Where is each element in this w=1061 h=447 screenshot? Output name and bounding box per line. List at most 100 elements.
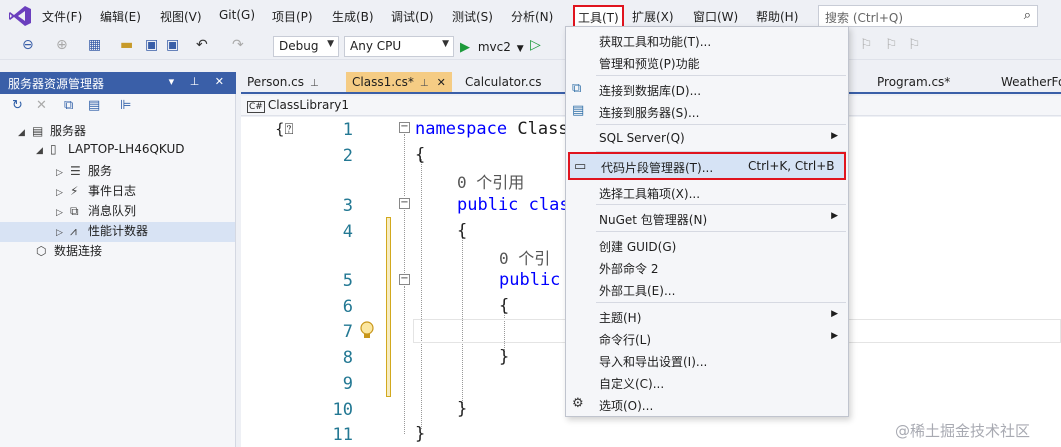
menu-help[interactable]: 帮助(H)	[756, 8, 798, 25]
tree-item-services[interactable]: ▷ ☰ 服务	[56, 162, 112, 182]
menu-view[interactable]: 视图(V)	[160, 8, 202, 25]
save-icon[interactable]: ▣	[145, 37, 158, 53]
delete-icon[interactable]: ✕	[36, 98, 47, 113]
menu-item-label: 连接到服务器(S)...	[599, 106, 700, 120]
tree-label: 服务器	[50, 124, 87, 138]
menu-debug[interactable]: 调试(D)	[391, 8, 434, 25]
configuration-dropdown[interactable]: Debug ▼	[273, 36, 339, 57]
menu-item-nuget[interactable]: NuGet 包管理器(N) ▶	[566, 207, 848, 229]
menu-item-external-tools[interactable]: 外部工具(E)...	[566, 278, 848, 300]
collapsed-arrow-icon[interactable]: ▷	[56, 208, 70, 218]
menu-extensions[interactable]: 扩展(X)	[632, 8, 674, 25]
collapsed-arrow-icon[interactable]: ▷	[56, 168, 70, 178]
server-connect-icon: ▤	[572, 103, 585, 118]
bookmark-prev-icon[interactable]: ⚐	[885, 37, 898, 53]
project-selector[interactable]: C# ClassLibrary1	[247, 98, 349, 113]
menu-item-label: 自定义(C)...	[599, 377, 665, 391]
tab-class1[interactable]: Class1.cs* ⊥ ✕	[346, 72, 452, 92]
toolbar: ⊖ ⊕ ▦ ▬ ▣ ▣ ↶ ↷ Debug ▼ Any CPU ▼ ▶ mvc2…	[0, 32, 1061, 60]
run-button[interactable]: ▶ mvc2 ▼	[460, 40, 524, 55]
menu-item-theme[interactable]: 主题(H) ▶	[566, 305, 848, 327]
code-line-6: {	[499, 296, 510, 316]
tree-item-data-connections[interactable]: ⬡ 数据连接	[36, 242, 102, 262]
new-project-icon[interactable]: ▦	[88, 37, 101, 53]
forward-icon[interactable]: ⊕	[56, 37, 68, 53]
services-icon: ☰	[70, 164, 81, 178]
back-icon[interactable]: ⊖	[22, 37, 34, 53]
lightbulb-icon[interactable]	[359, 321, 375, 339]
bookmark-icon[interactable]: ⚐	[860, 37, 873, 53]
code-line-5: public	[499, 270, 560, 290]
start-without-debugging-icon[interactable]: ▷	[530, 37, 541, 53]
menu-window[interactable]: 窗口(W)	[693, 8, 738, 25]
collapse-icon[interactable]: −	[399, 198, 410, 209]
menu-item-sql-server[interactable]: SQL Server(Q) ▶	[566, 127, 848, 149]
tab-weatherforecast[interactable]: WeatherFo	[995, 72, 1061, 92]
connect-server-icon[interactable]: ▤	[88, 98, 100, 113]
redo-icon[interactable]: ↷	[232, 37, 244, 53]
collapse-icon[interactable]: −	[399, 274, 410, 285]
snippet-icon: ▭	[574, 159, 587, 174]
codelens-references[interactable]: 0 个引用	[457, 169, 524, 193]
menu-tools[interactable]: 工具(T)	[573, 5, 624, 28]
menu-item-external-command-2[interactable]: 外部命令 2	[566, 256, 848, 278]
tree-label: 服务	[88, 164, 113, 178]
close-icon[interactable]: ✕	[437, 76, 446, 89]
menu-analyze[interactable]: 分析(N)	[511, 8, 553, 25]
menu-item-options[interactable]: ⚙ 选项(O)...	[566, 393, 848, 415]
menu-git[interactable]: Git(G)	[219, 8, 255, 22]
menu-item-create-guid[interactable]: 创建 GUID(G)	[566, 234, 848, 256]
tree-label: 事件日志	[88, 184, 137, 198]
connect-database-icon[interactable]: ⧉	[64, 98, 73, 113]
save-all-icon[interactable]: ▣	[166, 37, 179, 53]
menu-item-manage-preview[interactable]: 管理和预览(P)功能	[566, 51, 848, 73]
tree-item-event-logs[interactable]: ▷ ⚡ 事件日志	[56, 182, 136, 202]
tab-label: Class1.cs*	[352, 75, 414, 89]
menu-item-connect-server[interactable]: ▤ 连接到服务器(S)...	[566, 100, 848, 122]
undo-icon[interactable]: ↶	[196, 37, 208, 53]
menu-item-choose-toolbox-items[interactable]: 选择工具箱项(X)...	[566, 181, 848, 203]
platform-dropdown[interactable]: Any CPU ▼	[344, 36, 454, 57]
event-log-icon: ⚡	[70, 184, 79, 198]
expanded-arrow-icon[interactable]: ◢	[36, 146, 50, 156]
tab-calculator[interactable]: Calculator.cs	[459, 72, 548, 92]
menu-file[interactable]: 文件(F)	[42, 8, 82, 25]
menu-item-connect-database[interactable]: ⧉ 连接到数据库(D)...	[566, 78, 848, 100]
collapsed-arrow-icon[interactable]: ▷	[56, 228, 70, 238]
menu-item-get-tools[interactable]: 获取工具和功能(T)...	[566, 29, 848, 51]
code-line-4: {	[457, 221, 468, 241]
refresh-icon[interactable]: ↻	[12, 98, 23, 113]
panel-window-buttons[interactable]: ▾ ⊥ ✕	[169, 75, 230, 88]
tree-item-servers[interactable]: ◢ ▤ 服务器	[18, 122, 86, 142]
pin-icon[interactable]: ⊥	[310, 78, 319, 89]
collapsed-arrow-icon[interactable]: ▷	[56, 188, 70, 198]
code-line-2: {	[415, 145, 426, 165]
pin-icon[interactable]: ⊥	[420, 78, 429, 89]
tree-item-message-queues[interactable]: ▷ ⧉ 消息队列	[56, 202, 136, 222]
menu-project[interactable]: 项目(P)	[272, 8, 313, 25]
quick-actions-icon[interactable]: {⍰	[275, 120, 294, 138]
chevron-down-icon: ▼	[516, 44, 524, 54]
servers-icon: ▤	[32, 124, 44, 138]
menu-item-customize[interactable]: 自定义(C)...	[566, 371, 848, 393]
menu-item-label: 外部工具(E)...	[599, 284, 676, 298]
menu-item-command-line[interactable]: 命令行(L) ▶	[566, 327, 848, 349]
menu-build[interactable]: 生成(B)	[332, 8, 374, 25]
open-folder-icon[interactable]: ▬	[120, 37, 133, 53]
menu-edit[interactable]: 编辑(E)	[100, 8, 141, 25]
collapse-icon[interactable]: −	[399, 122, 410, 133]
line-number: 2	[342, 146, 353, 166]
menu-item-import-export-settings[interactable]: 导入和导出设置(I)...	[566, 349, 848, 371]
tree-item-laptop[interactable]: ◢ ▯ LAPTOP-LH46QKUD	[36, 142, 184, 162]
expanded-arrow-icon[interactable]: ◢	[18, 128, 32, 138]
tree-item-performance-counters[interactable]: ▷ ⩘ 性能计数器	[0, 222, 235, 242]
bookmark-next-icon[interactable]: ⚐	[908, 37, 921, 53]
line-number: 4	[342, 222, 353, 242]
codelens-references[interactable]: 0 个引	[499, 245, 550, 269]
tab-program[interactable]: Program.cs*	[871, 72, 956, 92]
tab-person[interactable]: Person.cs ⊥	[241, 72, 325, 92]
menu-test[interactable]: 测试(S)	[452, 8, 493, 25]
menu-item-code-snippets-manager[interactable]: ▭ 代码片段管理器(T)... Ctrl+K, Ctrl+B	[568, 152, 846, 180]
connect-azure-icon[interactable]: ⊫	[120, 98, 131, 113]
search-input[interactable]: 搜索 (Ctrl+Q) ⌕	[818, 5, 1038, 27]
